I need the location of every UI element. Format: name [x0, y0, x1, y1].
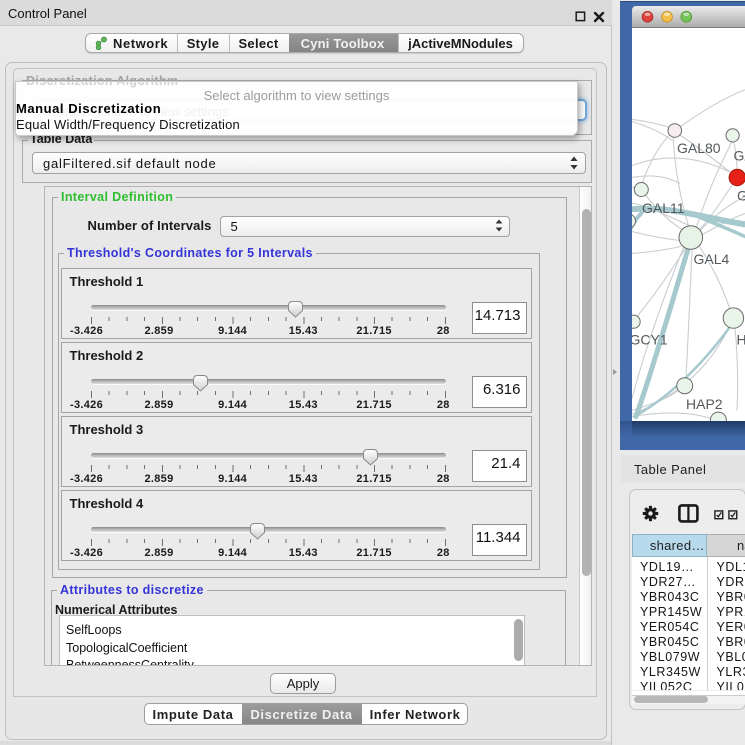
svg-text:GAL80: GAL80 [677, 140, 721, 156]
svg-text:GCY1: GCY1 [632, 331, 668, 347]
svg-text:HI: HI [737, 331, 745, 347]
svg-text:GAL11: GAL11 [642, 200, 685, 216]
svg-text:G: G [737, 187, 745, 203]
svg-text:GA: GA [734, 147, 745, 163]
svg-text:GAL4: GAL4 [694, 251, 730, 267]
svg-text:HAP2: HAP2 [686, 396, 723, 412]
